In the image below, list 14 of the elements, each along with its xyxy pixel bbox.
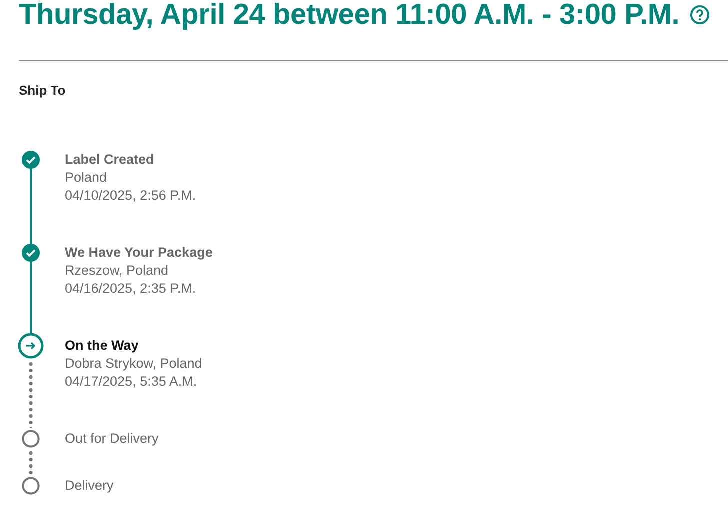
ship-to-label: Ship To xyxy=(19,83,67,99)
step-title: Label Created xyxy=(65,151,156,169)
delivery-estimate: Thursday, April 24 between 11:00 A.M. - 3:00 P.M. xyxy=(19,0,680,30)
step-title: Out for Delivery xyxy=(65,430,159,448)
step-title: On the Way xyxy=(65,337,140,355)
help-icon[interactable] xyxy=(690,5,710,25)
step-location: Dobra Strykow, Poland xyxy=(65,355,202,373)
step-time: 04/17/2025, 5:35 A.M. xyxy=(65,373,198,391)
step-time: 04/10/2025, 2:56 P.M. xyxy=(65,187,196,205)
step-time: 04/16/2025, 2:35 P.M. xyxy=(65,280,198,298)
step-location: Poland xyxy=(65,169,108,187)
step-title: We Have Your Package xyxy=(65,244,213,262)
step-title: Delivery xyxy=(65,477,114,495)
step-location: Rzeszow, Poland xyxy=(65,262,170,280)
